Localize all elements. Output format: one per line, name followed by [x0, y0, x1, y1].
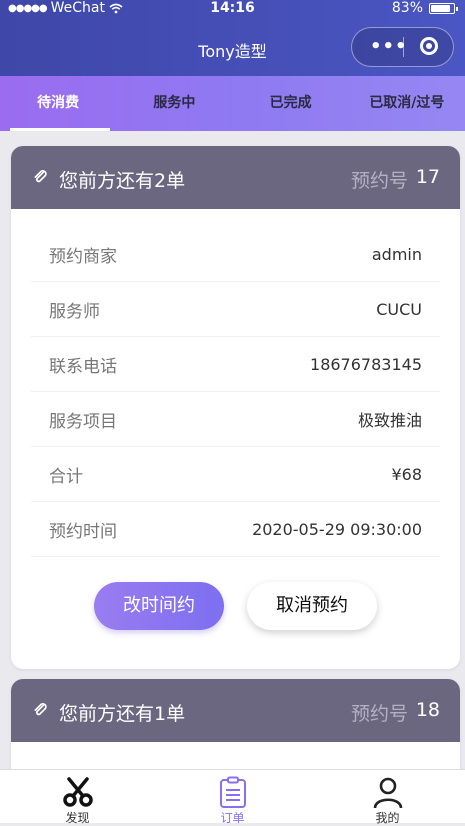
tab-pending[interactable]: 待消费: [0, 76, 116, 131]
row-value: CUCU: [376, 299, 422, 319]
queue-status: 您前方还有1单: [59, 703, 186, 725]
scissors-icon: [63, 777, 93, 807]
order-status-tabs: 待消费 服务中 已完成 已取消/过号: [0, 76, 465, 131]
tabbar-discover[interactable]: 发现: [0, 770, 155, 825]
order-number-label: 预约号: [350, 170, 408, 192]
order-card: 您前方还有1单 预约号 18: [11, 679, 460, 779]
detail-row-service: 服务项目 极致推油: [31, 392, 440, 447]
row-value: admin: [371, 244, 422, 264]
tabbar-label: 我的: [375, 811, 400, 825]
order-card: 您前方还有2单 预约号 17 预约商家 admin 服务师 CUCU 联系电话 …: [11, 146, 460, 669]
user-icon: [373, 777, 403, 808]
order-number: 18: [415, 699, 440, 721]
battery-icon: [429, 2, 458, 14]
header-bar: ●●●●● WeChat 14:16 83% Tony造型 •••: [0, 0, 465, 76]
status-bar: ●●●●● WeChat 14:16 83%: [0, 0, 465, 18]
tabbar-mine[interactable]: 我的: [310, 770, 465, 825]
paperclip-icon: [34, 702, 47, 716]
row-label: 联系电话: [49, 356, 117, 377]
clipboard-icon: [220, 776, 246, 808]
order-card-header: 您前方还有1单 预约号 18: [11, 679, 460, 742]
tab-in-service[interactable]: 服务中: [116, 76, 232, 131]
row-label: 合计: [49, 466, 83, 487]
detail-row-merchant: 预约商家 admin: [31, 227, 440, 282]
detail-row-phone: 联系电话 18676783145: [31, 337, 440, 392]
more-icon[interactable]: •••: [370, 38, 408, 56]
detail-row-time: 预约时间 2020-05-29 09:30:00: [31, 502, 440, 557]
detail-row-total: 合计 ¥68: [31, 447, 440, 502]
close-icon[interactable]: [420, 37, 438, 55]
row-value[interactable]: 18676783145: [310, 355, 422, 374]
cancel-booking-button[interactable]: 取消预约: [247, 582, 377, 630]
order-actions: 改时间约 取消预约: [11, 557, 460, 669]
tab-cancelled[interactable]: 已取消/过号: [349, 76, 465, 131]
row-value: ¥68: [391, 464, 422, 484]
row-label: 预约时间: [49, 521, 117, 542]
row-label: 服务师: [49, 301, 100, 322]
battery-percent: 83%: [391, 0, 423, 16]
tabbar-label: 发现: [65, 811, 90, 825]
row-value: 2020-05-29 09:30:00: [252, 519, 422, 539]
tabbar-orders[interactable]: 订单: [155, 770, 310, 825]
row-label: 服务项目: [49, 411, 117, 432]
bottom-tabbar: 发现 订单 我的: [0, 769, 465, 825]
row-value: 极致推油: [357, 411, 422, 430]
order-number: 17: [415, 166, 440, 188]
paperclip-icon: [34, 169, 47, 183]
detail-row-stylist: 服务师 CUCU: [31, 282, 440, 337]
mini-program-capsule: •••: [351, 27, 454, 67]
row-label: 预约商家: [49, 246, 117, 267]
queue-status: 您前方还有2单: [59, 170, 186, 192]
order-card-header: 您前方还有2单 预约号 17: [11, 146, 460, 209]
reschedule-button[interactable]: 改时间约: [94, 582, 224, 630]
capsule-divider: [403, 37, 404, 57]
tab-completed[interactable]: 已完成: [233, 76, 349, 131]
tabbar-label: 订单: [220, 811, 245, 825]
order-number-label: 预约号: [350, 703, 408, 725]
